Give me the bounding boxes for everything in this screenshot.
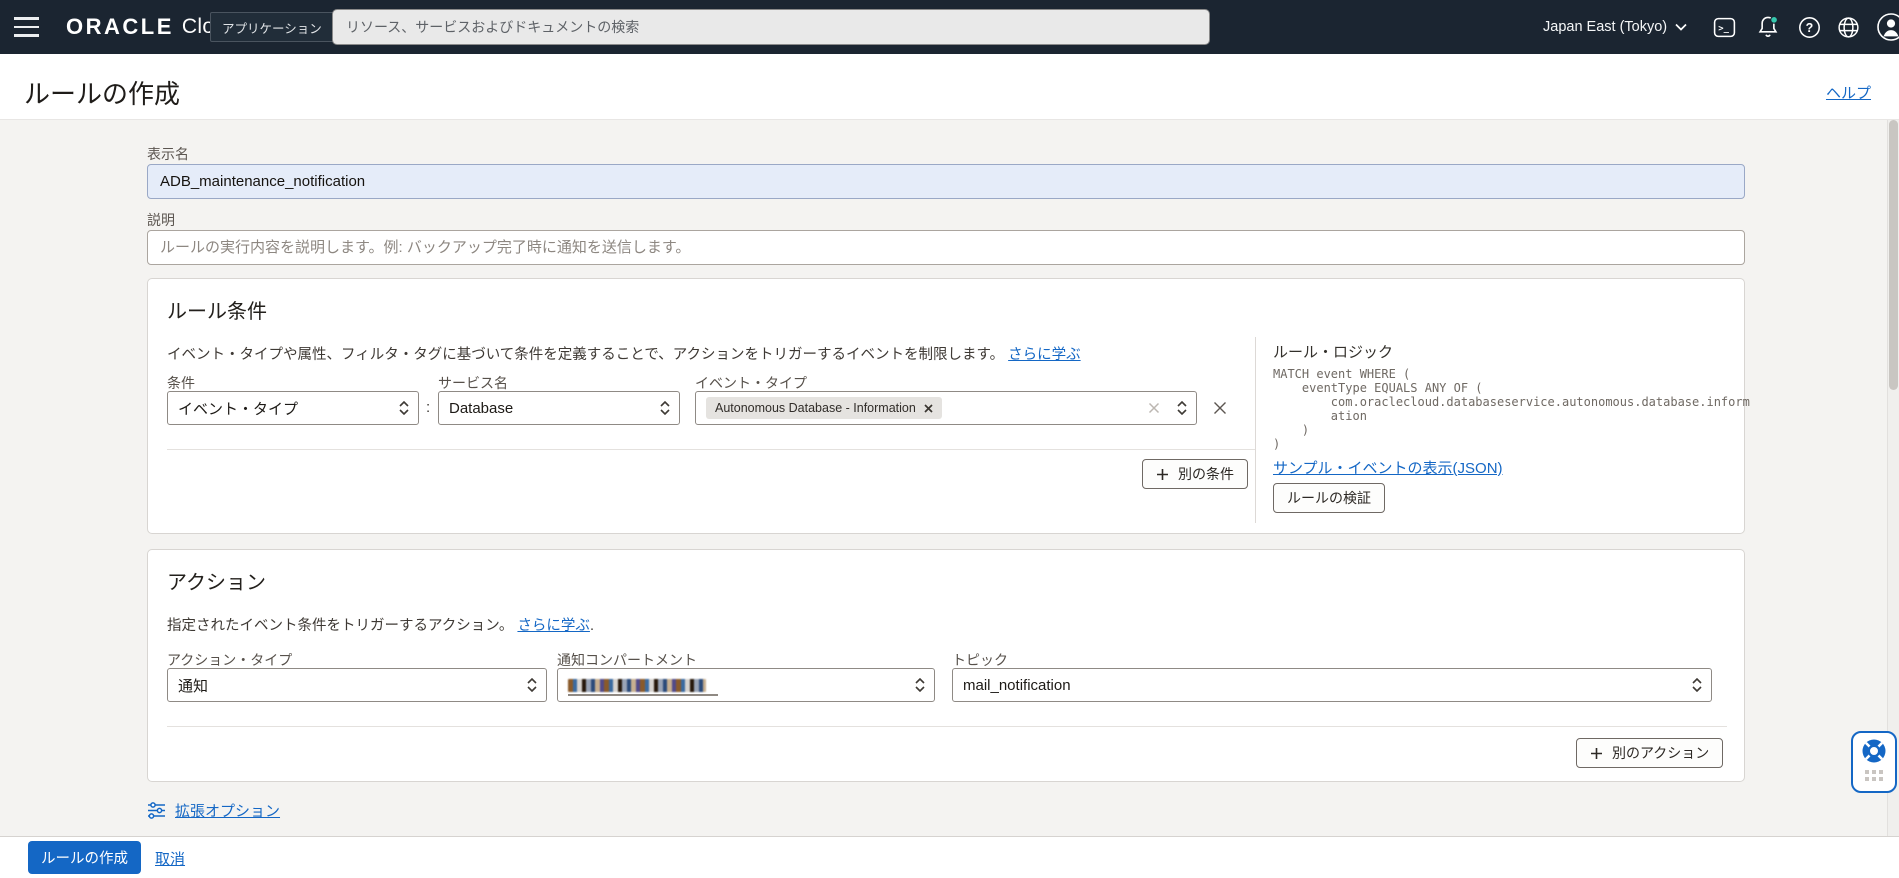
compartment-redaction-underline bbox=[568, 694, 718, 696]
service-select-value: Database bbox=[449, 399, 514, 417]
global-search bbox=[332, 9, 1210, 45]
topic-value: mail_notification bbox=[963, 676, 1071, 694]
description-input[interactable] bbox=[147, 230, 1745, 265]
topic-select[interactable]: mail_notification bbox=[952, 668, 1712, 702]
actions-learn-more-link[interactable]: さらに学ぶ bbox=[517, 618, 590, 634]
page-title: ルールの作成 bbox=[24, 79, 181, 109]
display-name-input[interactable] bbox=[147, 164, 1745, 199]
action-type-label: アクション・タイプ bbox=[167, 652, 293, 668]
logic-divider bbox=[1255, 337, 1256, 523]
application-switcher-button[interactable]: アプリケーション bbox=[210, 12, 351, 42]
condition-label: 条件 bbox=[167, 375, 195, 391]
notification-compartment-label: 通知コンパートメント bbox=[557, 652, 697, 668]
compartment-value-redacted bbox=[568, 679, 706, 692]
another-condition-label: 別の条件 bbox=[1178, 466, 1234, 482]
drag-handle-dots-icon bbox=[1865, 770, 1883, 781]
condition-select-value: イベント・タイプ bbox=[178, 400, 299, 418]
tag-remove-icon[interactable] bbox=[924, 403, 933, 413]
select-chevrons-icon bbox=[915, 678, 925, 692]
plus-icon bbox=[1157, 468, 1168, 480]
create-rule-button[interactable]: ルールの作成 bbox=[28, 841, 141, 874]
display-name-label: 表示名 bbox=[147, 146, 189, 162]
action-type-select[interactable]: 通知 bbox=[167, 668, 547, 702]
service-name-label: サービス名 bbox=[438, 375, 508, 391]
application-switcher-label: アプリケーション bbox=[222, 21, 322, 36]
select-chevrons-icon bbox=[399, 401, 409, 415]
user-avatar-icon[interactable] bbox=[1876, 0, 1899, 54]
top-navigation-bar: ORACLE Cloud アプリケーション Japan East (Tokyo)… bbox=[0, 0, 1899, 54]
another-action-button[interactable]: 別のアクション bbox=[1576, 738, 1724, 768]
validate-rule-label: ルールの検証 bbox=[1287, 490, 1371, 506]
event-type-multiselect[interactable]: Autonomous Database - Information bbox=[695, 391, 1197, 425]
language-globe-icon[interactable] bbox=[1836, 0, 1861, 54]
plus-icon bbox=[1591, 747, 1602, 759]
select-chevrons-icon bbox=[1692, 678, 1702, 692]
another-action-label: 別のアクション bbox=[1612, 745, 1710, 761]
life-ring-icon bbox=[1862, 739, 1886, 763]
topic-label: トピック bbox=[952, 652, 1008, 668]
select-chevrons-icon bbox=[1177, 401, 1187, 415]
actions-intro-suffix: . bbox=[589, 618, 594, 634]
cloud-shell-icon[interactable]: >_ bbox=[1712, 0, 1737, 54]
action-type-value: 通知 bbox=[178, 677, 209, 695]
page-header: ルールの作成 ヘルプ bbox=[0, 54, 1899, 120]
description-label: 説明 bbox=[147, 212, 175, 228]
select-chevrons-icon bbox=[660, 401, 670, 415]
conditions-learn-more-link[interactable]: さらに学ぶ bbox=[1008, 347, 1081, 363]
sliders-icon bbox=[148, 802, 165, 819]
condition-select[interactable]: イベント・タイプ bbox=[167, 391, 419, 425]
conditions-divider bbox=[167, 449, 1256, 450]
rule-conditions-heading: ルール条件 bbox=[167, 301, 267, 323]
svg-text:?: ? bbox=[1806, 20, 1814, 34]
service-name-select[interactable]: Database bbox=[438, 391, 680, 425]
search-input[interactable] bbox=[333, 10, 1209, 44]
notification-compartment-select[interactable] bbox=[557, 668, 935, 702]
rule-conditions-panel: ルール条件 イベント・タイプや属性、フィルタ・タグに基づいて条件を定義することで… bbox=[147, 278, 1750, 534]
rule-conditions-intro-text: イベント・タイプや属性、フィルタ・タグに基づいて条件を定義することで、アクション… bbox=[167, 347, 1005, 363]
multiselect-clear-icon[interactable] bbox=[1148, 402, 1160, 414]
event-type-tag-label: Autonomous Database - Information bbox=[715, 401, 916, 415]
svg-text:>_: >_ bbox=[1718, 24, 1729, 34]
cancel-link[interactable]: 取消 bbox=[155, 848, 185, 869]
remove-condition-icon[interactable] bbox=[1212, 400, 1228, 416]
validate-rule-button[interactable]: ルールの検証 bbox=[1273, 483, 1385, 513]
event-type-label: イベント・タイプ bbox=[695, 375, 807, 391]
event-type-tag: Autonomous Database - Information bbox=[706, 397, 942, 419]
actions-panel: アクション 指定されたイベント条件をトリガーするアクション。 さらに学ぶ. アク… bbox=[147, 549, 1745, 782]
actions-intro-text: 指定されたイベント条件をトリガーするアクション。 bbox=[167, 618, 514, 634]
actions-intro: 指定されたイベント条件をトリガーするアクション。 さらに学ぶ. bbox=[167, 614, 594, 635]
actions-divider bbox=[167, 726, 1727, 727]
actions-heading: アクション bbox=[167, 572, 266, 594]
region-label: Japan East (Tokyo) bbox=[1543, 19, 1668, 35]
another-condition-button[interactable]: 別の条件 bbox=[1142, 459, 1248, 489]
rule-logic-heading: ルール・ロジック bbox=[1273, 344, 1394, 361]
advanced-options-link[interactable]: 拡張オプション bbox=[147, 800, 280, 821]
support-chat-widget[interactable] bbox=[1851, 731, 1897, 793]
scrollbar-thumb[interactable] bbox=[1889, 120, 1898, 390]
select-chevrons-icon bbox=[527, 678, 537, 692]
rule-conditions-intro: イベント・タイプや属性、フィルタ・タグに基づいて条件を定義することで、アクション… bbox=[167, 343, 1081, 364]
advanced-options-label: 拡張オプション bbox=[175, 803, 281, 820]
logo-oracle-text: ORACLE bbox=[66, 14, 174, 39]
region-selector[interactable]: Japan East (Tokyo) bbox=[1543, 0, 1687, 54]
footer-bar: ルールの作成 取消 bbox=[0, 836, 1899, 878]
view-sample-event-link[interactable]: サンプル・イベントの表示(JSON) bbox=[1273, 457, 1503, 478]
help-link[interactable]: ヘルプ bbox=[1826, 82, 1871, 103]
help-icon[interactable]: ? bbox=[1797, 0, 1822, 54]
chevron-down-icon bbox=[1675, 23, 1687, 31]
notifications-bell-icon[interactable] bbox=[1755, 0, 1781, 54]
rule-logic-code: MATCH event WHERE ( eventType EQUALS ANY… bbox=[1273, 367, 1750, 451]
condition-separator: : bbox=[426, 399, 431, 416]
create-rule-page: ORACLE Cloud アプリケーション Japan East (Tokyo)… bbox=[0, 0, 1899, 878]
hamburger-menu-icon[interactable] bbox=[14, 0, 52, 54]
